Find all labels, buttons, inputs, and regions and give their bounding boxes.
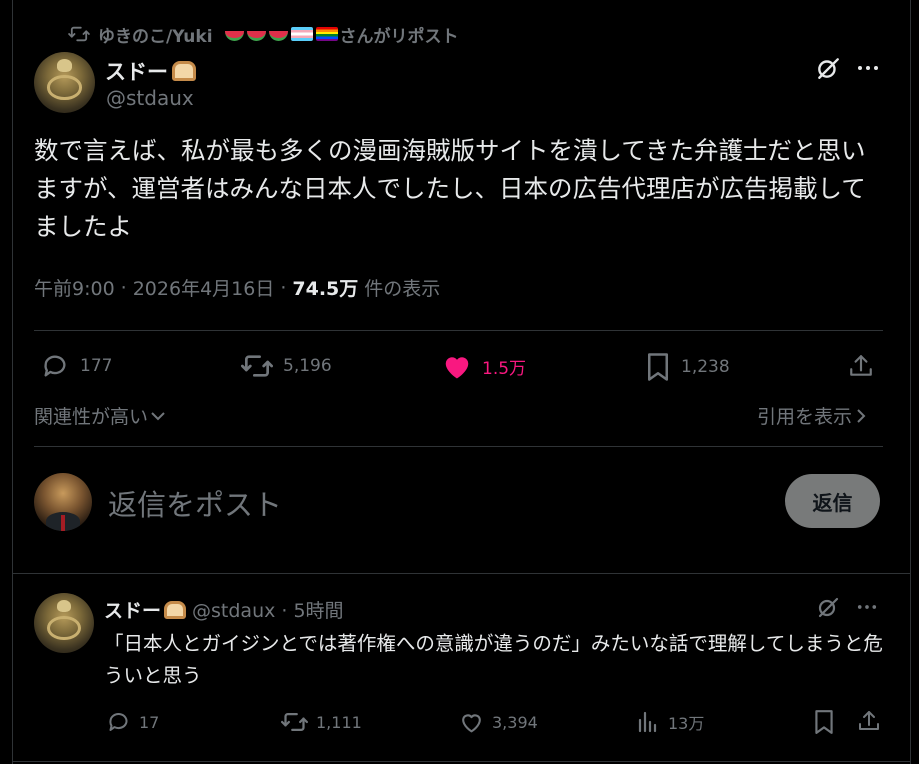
transgender-flag-icon bbox=[290, 27, 313, 41]
bookmark-icon bbox=[648, 353, 668, 381]
watermelon-emoji-icon bbox=[246, 31, 266, 41]
more-options-icon[interactable] bbox=[852, 594, 882, 620]
repost-count: 5,196 bbox=[283, 356, 332, 376]
bookmark-button[interactable]: 1,238 bbox=[645, 352, 730, 382]
view-quotes-label: 引用を表示 bbox=[757, 406, 853, 428]
post-time[interactable]: 午前9:00 bbox=[34, 274, 115, 301]
section-separator bbox=[12, 573, 911, 574]
post-date[interactable]: 2026年4月16日 bbox=[133, 274, 275, 301]
reply-button[interactable]: 177 bbox=[40, 352, 112, 380]
grok-icon[interactable] bbox=[812, 54, 844, 82]
reply-reply-count: 17 bbox=[139, 712, 160, 732]
like-button[interactable]: 1.5万 bbox=[442, 352, 526, 380]
related-sort-dropdown[interactable]: 関連性が高い bbox=[34, 402, 166, 429]
column-border-left bbox=[12, 0, 13, 764]
post-views-count: 74.5万 bbox=[292, 278, 359, 300]
bread-emoji-icon bbox=[164, 600, 187, 619]
repost-user-emojis bbox=[224, 27, 338, 41]
chevron-down-icon bbox=[151, 411, 165, 420]
view-quotes-link[interactable]: 引用を表示 bbox=[757, 402, 866, 429]
repost-icon bbox=[241, 355, 273, 377]
repost-icon bbox=[281, 713, 308, 731]
reply-handle-time[interactable]: @stdaux · 5時間 bbox=[192, 596, 344, 623]
grok-icon[interactable] bbox=[813, 594, 843, 620]
heart-filled-icon bbox=[445, 357, 469, 379]
author-handle[interactable]: @stdaux bbox=[106, 86, 194, 110]
reply-author-name-text: スドー bbox=[104, 600, 162, 622]
chevron-right-icon bbox=[857, 408, 866, 423]
current-user-avatar[interactable] bbox=[34, 473, 92, 531]
rainbow-flag-icon bbox=[315, 27, 338, 41]
heart-icon bbox=[462, 714, 481, 733]
tweet-detail-page: ゆきのこ/Yuki さんがリポスト スドー @stdaux 数で言えば、私が最も… bbox=[0, 0, 919, 764]
bread-emoji-icon bbox=[172, 61, 196, 81]
reply-repost-button[interactable]: 1,111 bbox=[281, 710, 362, 734]
reply-like-button[interactable]: 3,394 bbox=[459, 710, 538, 734]
column-border-right bbox=[910, 0, 911, 764]
reply-input[interactable]: 返信をポスト bbox=[108, 482, 282, 524]
repost-user-text: ゆきのこ/Yuki bbox=[98, 26, 213, 47]
reply-reply-button[interactable]: 17 bbox=[106, 710, 159, 734]
meta-separator: · bbox=[120, 276, 127, 299]
bookmark-icon[interactable] bbox=[810, 708, 838, 736]
repost-button[interactable]: 5,196 bbox=[241, 352, 332, 380]
reply-header: スドー @stdaux · 5時間 bbox=[104, 596, 344, 623]
post-meta: 午前9:00 · 2026年4月16日 · 74.5万 件の表示 bbox=[34, 274, 440, 301]
reply-icon bbox=[44, 355, 66, 377]
watermelon-emoji-icon bbox=[224, 31, 244, 41]
repost-suffix-text: さんがリポスト bbox=[339, 26, 459, 47]
post-views-label: 件の表示 bbox=[364, 278, 441, 300]
repost-icon bbox=[68, 26, 90, 42]
reply-count: 177 bbox=[80, 356, 113, 376]
reply-repost-count: 1,111 bbox=[316, 712, 362, 732]
post-text: 数で言えば、私が最も多くの漫画海賊版サイトを潰してきた弁護士だと思いますが、運営… bbox=[34, 136, 866, 241]
more-options-icon[interactable] bbox=[852, 54, 884, 82]
bottom-border bbox=[12, 761, 911, 762]
bookmark-count: 1,238 bbox=[681, 357, 730, 377]
divider bbox=[34, 446, 883, 447]
share-icon[interactable] bbox=[845, 350, 877, 382]
reply-submit-button[interactable]: 返信 bbox=[785, 474, 880, 528]
reply-views-button[interactable]: 13万 bbox=[636, 710, 704, 734]
watermelon-emoji-icon bbox=[268, 31, 288, 41]
reply-author-name[interactable]: スドー bbox=[104, 596, 187, 623]
author-name[interactable]: スドー bbox=[105, 56, 196, 86]
related-sort-label: 関連性が高い bbox=[34, 406, 149, 428]
reply-views-count: 13万 bbox=[668, 714, 705, 733]
like-count: 1.5万 bbox=[482, 358, 527, 379]
reply-text: 「日本人とガイジンとでは著作権への意識が違うのだ」みたいな話で理解してしまうと危… bbox=[104, 632, 883, 687]
analytics-icon bbox=[638, 711, 657, 733]
author-name-text: スドー bbox=[105, 60, 168, 84]
divider bbox=[34, 330, 883, 331]
meta-separator: · bbox=[280, 276, 287, 299]
author-avatar[interactable] bbox=[34, 52, 95, 113]
reply-author-avatar[interactable] bbox=[34, 593, 94, 653]
share-icon[interactable] bbox=[855, 707, 883, 735]
repost-indicator[interactable]: ゆきのこ/Yuki さんがリポスト bbox=[68, 22, 459, 47]
reply-like-count: 3,394 bbox=[492, 712, 538, 732]
reply-icon bbox=[109, 713, 128, 731]
